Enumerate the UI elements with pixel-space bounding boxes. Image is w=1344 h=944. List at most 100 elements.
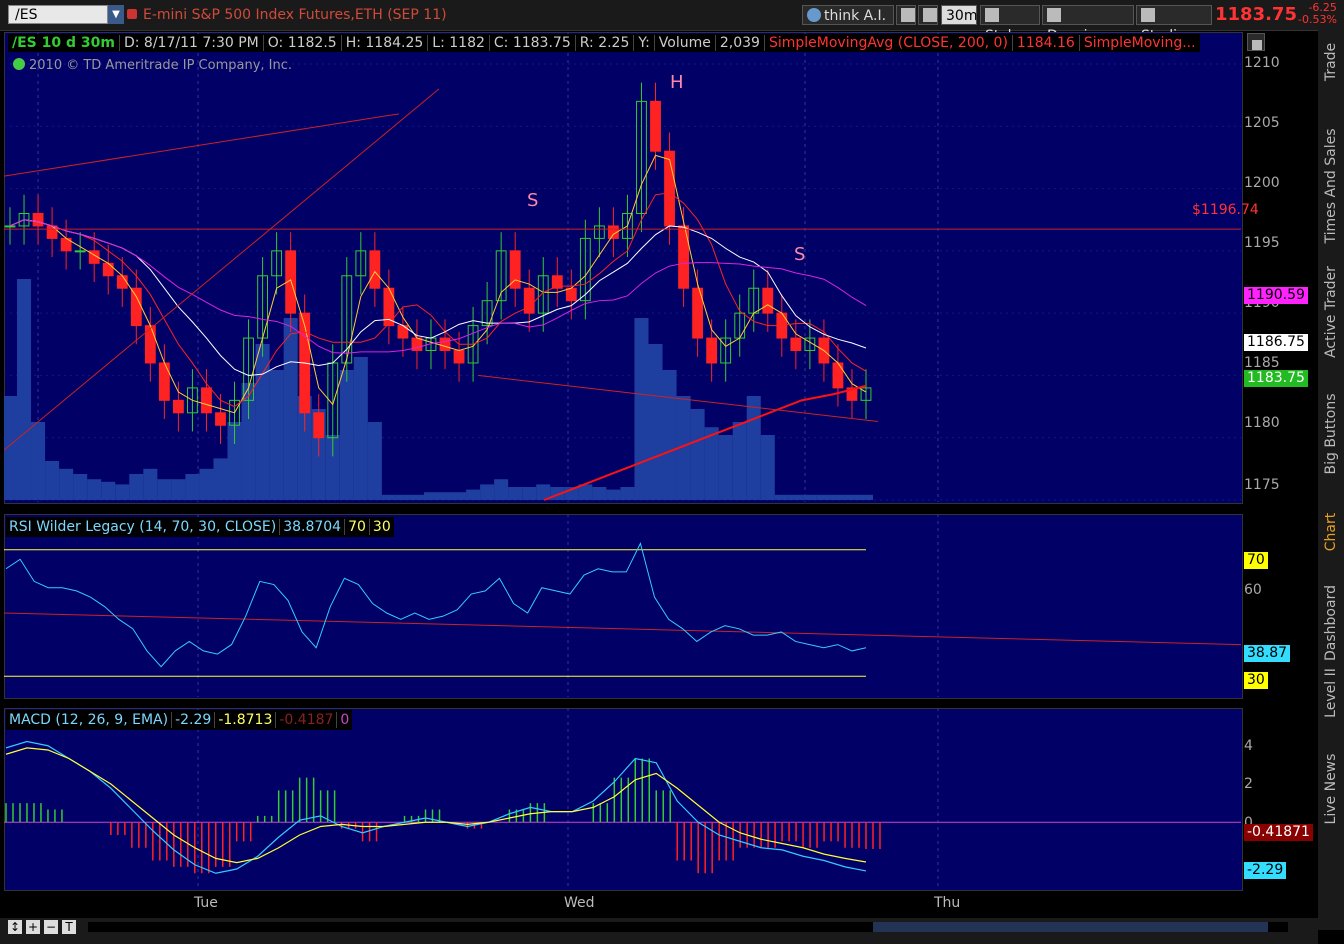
volume-bar — [438, 492, 453, 500]
macd-line — [5, 740, 867, 874]
tab-chart[interactable]: Chart — [1318, 502, 1344, 562]
tab-live-news[interactable]: Live News — [1318, 724, 1344, 854]
volume-bar — [704, 427, 719, 500]
style-button[interactable]: Style — [980, 5, 1040, 44]
volume-bar — [648, 344, 663, 500]
candle-body — [116, 275, 128, 289]
toolbar: /ES ▼ E-mini S&P 500 Index Futures,ETH (… — [0, 0, 1344, 44]
rsi-title: RSI Wilder Legacy (14, 70, 30, CLOSE) — [6, 519, 281, 535]
sma-fast-line — [9, 154, 867, 414]
price-tick: 1210 — [1244, 55, 1280, 71]
trendline — [4, 113, 400, 177]
price-chart[interactable] — [4, 32, 1241, 502]
flag-icon[interactable] — [127, 9, 137, 19]
volume-bar — [606, 489, 621, 500]
volume-bar — [718, 435, 733, 500]
volume-bar — [480, 484, 495, 500]
volume-bar — [59, 468, 74, 500]
price-tick: 1195 — [1244, 235, 1280, 251]
volume-bar — [367, 422, 382, 500]
text-tool-button[interactable]: T — [62, 920, 76, 934]
header-y: Y: — [634, 35, 655, 51]
volume-bar — [157, 479, 172, 500]
header-volume-label: Volume — [654, 35, 716, 51]
volume-bar — [620, 487, 635, 500]
header-low: L: 1182 — [428, 35, 490, 51]
rsi-chart[interactable] — [4, 514, 1241, 697]
rsi-trendline — [4, 612, 1241, 646]
macd-hist-tag: -0.41871 — [1244, 824, 1313, 841]
symbol-input[interactable]: /ES — [8, 5, 108, 24]
volume-bar — [199, 468, 214, 500]
rsi-value-tag: 38.87 — [1244, 645, 1291, 662]
pencil-icon — [1047, 8, 1061, 22]
volume-bar — [115, 484, 130, 500]
price-tick: 1205 — [1244, 115, 1280, 131]
studies-button[interactable]: Studies — [1136, 5, 1212, 44]
horizontal-scrollbar[interactable] — [88, 922, 1288, 932]
zoom-minus-button[interactable]: − — [44, 920, 58, 934]
sma-magenta-line — [9, 219, 867, 354]
volume-bar — [87, 479, 102, 500]
copyright: 2010 © TD Ameritrade IP Company, Inc. — [13, 58, 292, 73]
volume-bar — [409, 494, 424, 500]
rsi-os: 30 — [372, 519, 391, 535]
macd-value-tag: -2.29 — [1244, 862, 1287, 879]
chart-settings-button[interactable] — [1247, 33, 1265, 51]
candle-body — [565, 287, 577, 302]
think-ai-button[interactable]: think A.I. — [802, 5, 894, 25]
volume-bar — [466, 489, 481, 500]
info-icon — [13, 58, 25, 70]
horizontal-line-label: $1196.74 — [1192, 202, 1259, 218]
symbol-dropdown-icon[interactable]: ▼ — [108, 5, 124, 24]
volume-bar — [830, 494, 845, 500]
volume-bar — [185, 474, 200, 500]
chart-style-icon — [985, 8, 999, 22]
bottom-bar: ↕ + − T — [0, 918, 1318, 944]
volume-bar — [858, 494, 874, 500]
timeframe-button[interactable]: 30m — [941, 5, 977, 25]
price-tick: 1175 — [1244, 477, 1280, 493]
sma-white-tag: 1186.75 — [1244, 334, 1308, 351]
candle-body — [74, 250, 86, 253]
macd-title: MACD (12, 26, 9, EMA) — [6, 712, 173, 728]
volume-bar — [508, 487, 523, 500]
zoom-in-button[interactable]: ↕ — [8, 920, 22, 934]
volume-bar — [802, 494, 817, 500]
rsi-ob: 70 — [345, 519, 370, 535]
price-tick: 1185 — [1244, 355, 1280, 371]
side-tabs: Trade Times And Sales Active Trader Big … — [1318, 30, 1344, 930]
zoom-plus-button[interactable]: + — [26, 920, 40, 934]
header-volume: 2,039 — [715, 35, 765, 51]
rsi-line — [5, 542, 867, 668]
last-price-tag: 1183.75 — [1244, 370, 1308, 387]
volume-bar — [634, 318, 649, 500]
volume-bar — [353, 357, 368, 500]
scroll-thumb[interactable] — [873, 922, 1268, 932]
zoom-button[interactable] — [918, 5, 938, 25]
volume-bar — [732, 422, 747, 500]
tab-active-trader[interactable]: Active Trader — [1318, 258, 1344, 366]
candle-body — [439, 337, 451, 352]
right-shoulder-annotation: S — [794, 244, 806, 265]
drawings-button[interactable]: Drawings — [1042, 5, 1134, 44]
volume-bar — [494, 479, 509, 500]
studies-icon — [1141, 8, 1155, 22]
price-change: -6.25 -0.53% — [1298, 1, 1337, 26]
price-header: /ES 10 d 30m D: 8/17/11 7:30 PM O: 1182.5 H… — [8, 34, 1200, 52]
tab-times-and-sales[interactable]: Times And Sales — [1318, 96, 1344, 276]
crosshair-button[interactable] — [896, 5, 916, 25]
candle-body — [130, 287, 142, 327]
volume-bar — [844, 494, 859, 500]
tab-big-buttons[interactable]: Big Buttons — [1318, 374, 1344, 494]
macd-chart[interactable] — [4, 708, 1241, 889]
macd-header: MACD (12, 26, 9, EMA) -2.29 -1.8713 -0.4187… — [6, 710, 353, 730]
candle-body — [172, 399, 184, 414]
candle-body — [523, 287, 535, 314]
volume-bar — [788, 494, 803, 500]
tab-trade[interactable]: Trade — [1318, 32, 1344, 92]
rsi-os-tag: 30 — [1244, 672, 1268, 689]
volume-bar — [213, 458, 228, 500]
candle-body — [32, 212, 44, 227]
volume-bar — [269, 370, 284, 500]
